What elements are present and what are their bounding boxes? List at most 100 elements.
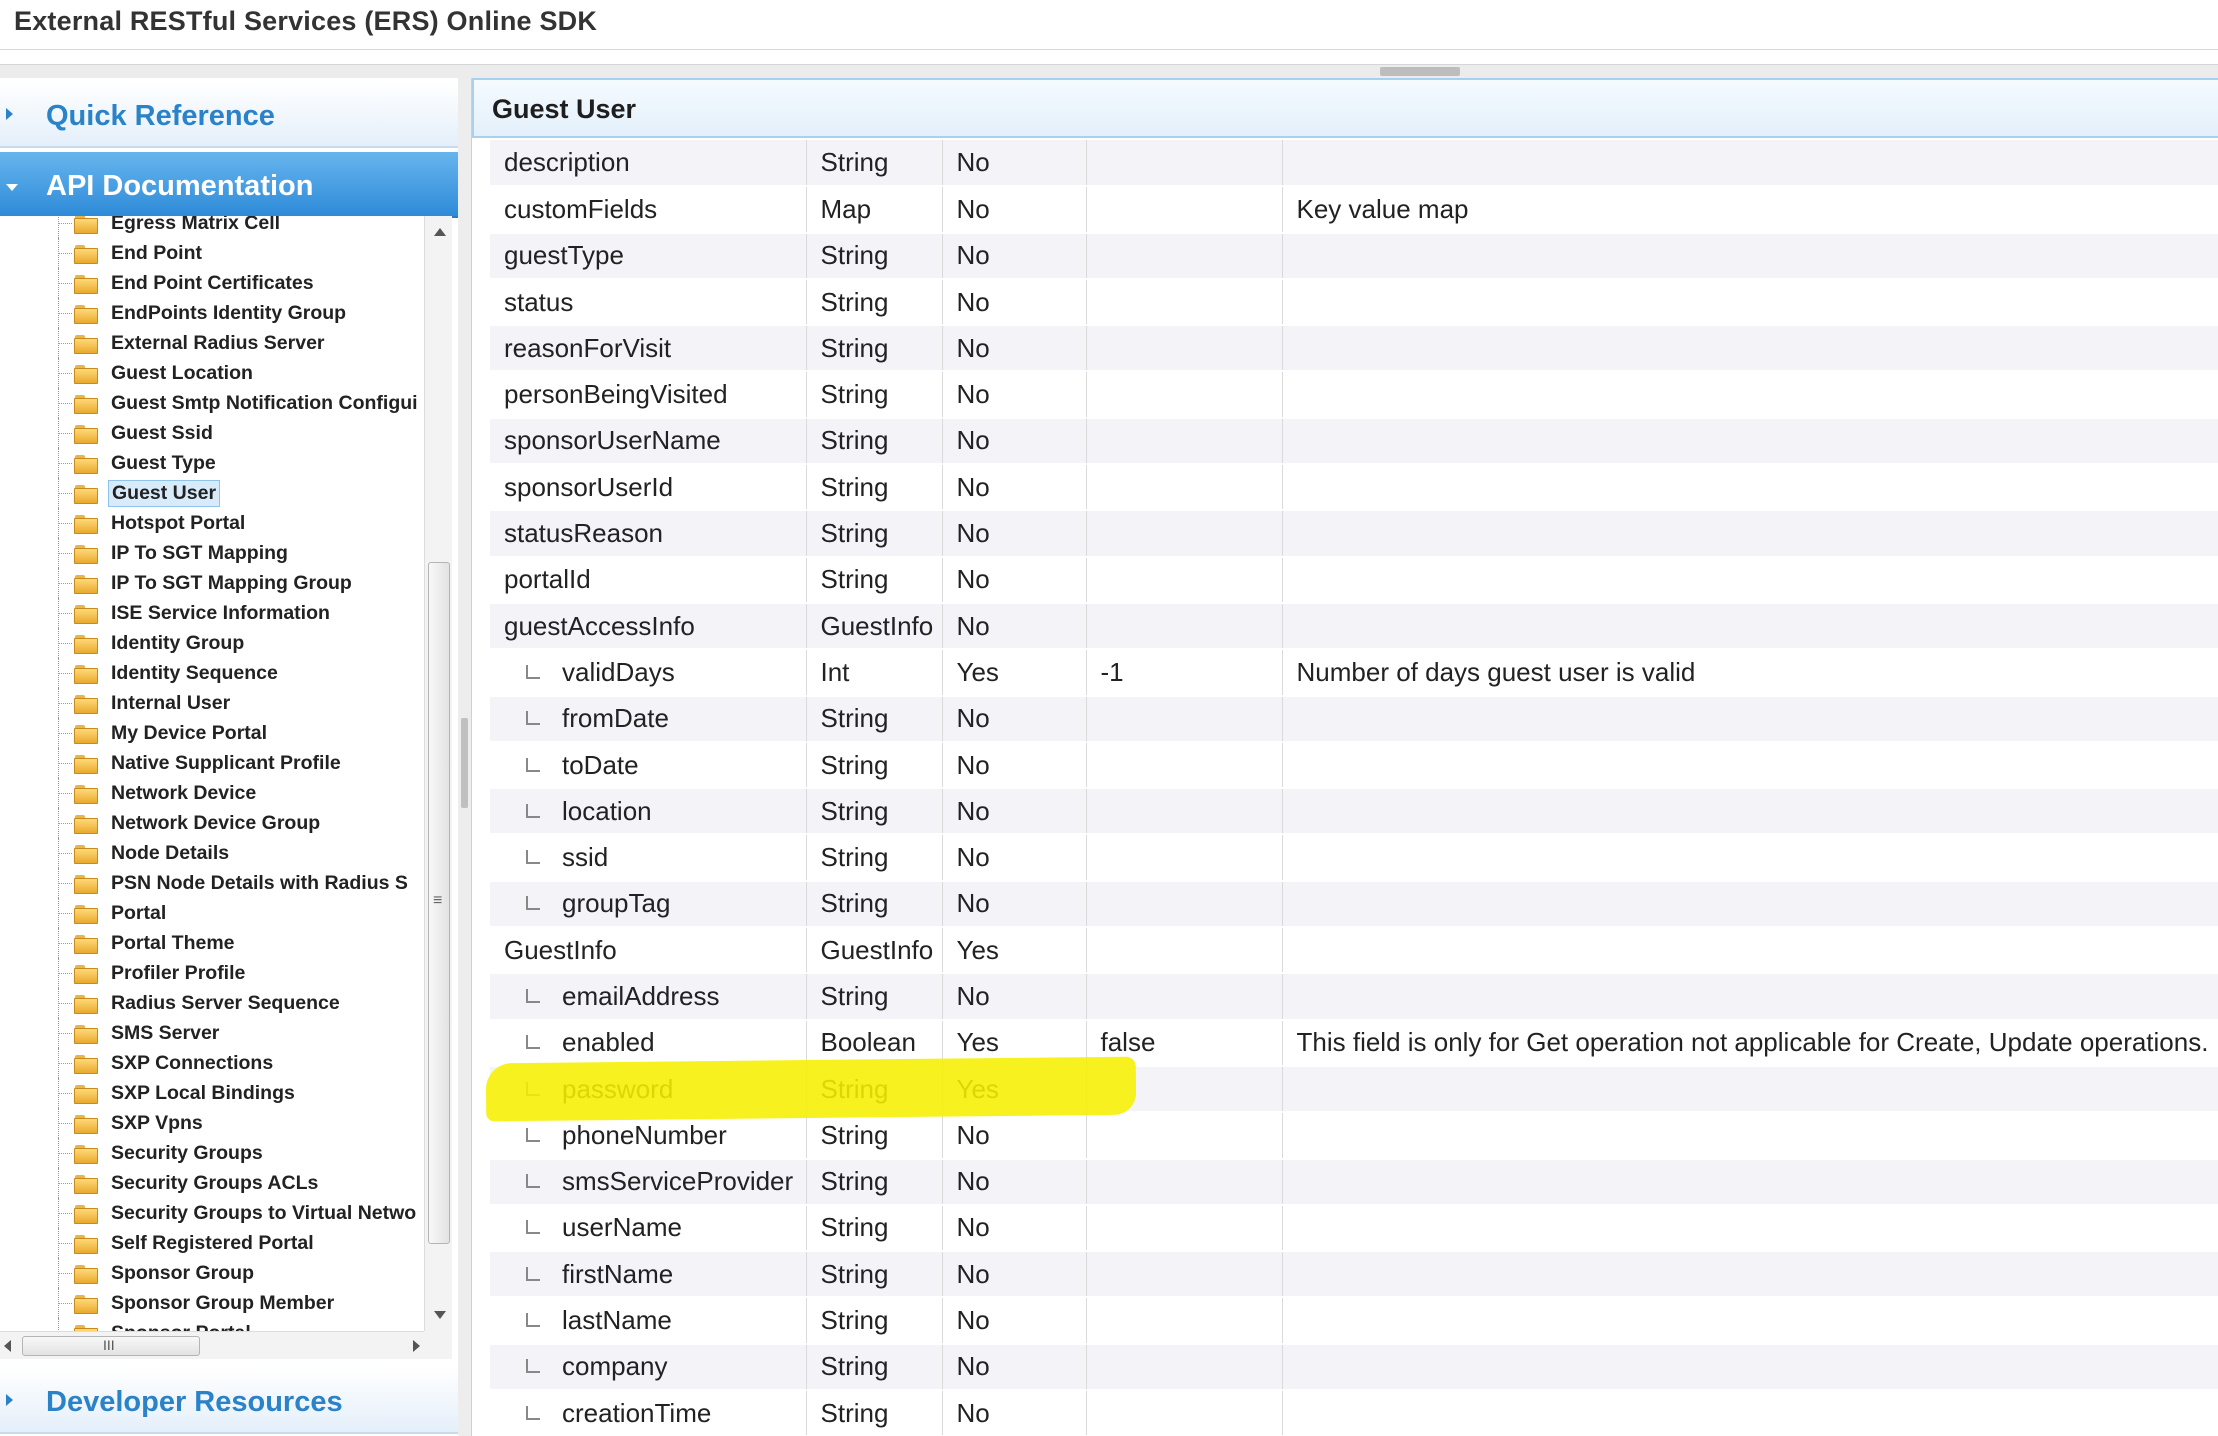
tree-item[interactable]: Identity Sequence [0,658,424,688]
field-type-cell: String [806,834,943,882]
tree-item[interactable]: Network Device [0,778,424,808]
child-indent-icon [526,711,540,726]
tree-item[interactable]: Security Groups to Virtual Netwo [0,1198,424,1228]
scroll-right-icon[interactable] [413,1340,420,1352]
field-required-cell: No [942,325,1087,373]
tree-item[interactable]: End Point [0,238,424,268]
tree-item[interactable]: Portal [0,898,424,928]
field-name-cell: sponsorUserName [490,417,807,466]
tree-item[interactable]: Guest Smtp Notification Configui [0,388,424,418]
tree-item[interactable]: Egress Matrix Cell [0,216,424,238]
field-type-cell: String [806,695,943,743]
tree-item-label: Portal Theme [111,932,235,954]
folder-icon [74,725,100,744]
field-required: No [956,379,990,410]
field-default-cell [1086,788,1283,836]
field-type-cell: String [806,788,943,836]
field-required-cell: No [942,464,1087,512]
tree-item[interactable]: End Point Certificates [0,268,424,298]
child-indent-icon [526,664,540,679]
chevron-down-icon [6,184,18,191]
tree-item[interactable]: SXP Connections [0,1048,424,1078]
tree-item[interactable]: Node Details [0,838,424,868]
tree-item[interactable]: EndPoints Identity Group [0,298,424,328]
field-type-cell: String [806,371,943,419]
field-name: personBeingVisited [504,379,728,410]
tree-item[interactable]: ISE Service Information [0,598,424,628]
tree-item[interactable]: IP To SGT Mapping Group [0,568,424,598]
folder-icon [74,515,100,534]
field-type-cell: String [806,1158,943,1206]
folder-icon [74,995,100,1014]
folder-icon [74,1235,100,1254]
tree-item[interactable]: Security Groups ACLs [0,1168,424,1198]
tree-item[interactable]: Sponsor Group [0,1258,424,1288]
tree-item[interactable]: SXP Vpns [0,1108,424,1138]
field-default-cell [1086,278,1283,327]
field-type-cell: Int [806,649,943,697]
field-type: Int [820,656,850,687]
tree-item[interactable]: My Device Portal [0,718,424,748]
child-indent-icon [526,803,540,818]
tree-item[interactable]: Sponsor Portal [0,1318,424,1331]
top-splitter[interactable] [0,64,2218,78]
tree-item[interactable]: Portal Theme [0,928,424,958]
field-default-cell [1086,464,1283,512]
tree-item[interactable]: Hotspot Portal [0,508,424,538]
tree-item[interactable]: Profiler Profile [0,958,424,988]
scroll-left-icon[interactable] [4,1340,11,1352]
folder-icon [74,485,100,504]
tree-item[interactable]: Sponsor Group Member [0,1288,424,1318]
folder-icon [74,815,100,834]
tree-item[interactable]: Identity Group [0,628,424,658]
field-description: Number of days guest user is valid [1296,656,1696,687]
tree-item[interactable]: Radius Server Sequence [0,988,424,1018]
accordion-api-documentation[interactable]: API Documentation [0,152,458,218]
tree-connector [58,583,72,584]
accordion-quick-reference[interactable]: Quick Reference [0,82,458,148]
tree-item[interactable]: Security Groups [0,1138,424,1168]
field-type: String [820,518,889,549]
tree-item[interactable]: Native Supplicant Profile [0,748,424,778]
tree-item[interactable]: SXP Local Bindings [0,1078,424,1108]
scroll-down-icon[interactable] [434,1311,446,1319]
table-row: smsServiceProvider String No [490,1158,2218,1206]
field-type-cell: String [806,278,943,327]
tree-connector [58,613,72,614]
field-required: No [956,1305,990,1336]
table-row: firstName String No [490,1251,2218,1299]
folder-icon [74,545,100,564]
tree-item[interactable]: Self Registered Portal [0,1228,424,1258]
splitter-grip[interactable] [1380,67,1460,76]
tree-item-label: Guest Type [111,452,216,474]
field-type-cell: String [806,1390,943,1436]
scroll-thumb[interactable]: III [22,1336,200,1356]
tree-item[interactable]: IP To SGT Mapping [0,538,424,568]
field-type-cell: String [806,741,943,790]
tree-item-label: IP To SGT Mapping [111,542,288,564]
tree-connector [58,673,72,674]
tree-horizontal-scrollbar[interactable]: III [0,1331,424,1359]
tree-item[interactable]: Guest Ssid [0,418,424,448]
field-required-cell: No [942,1204,1087,1253]
tree-vertical-scrollbar[interactable]: ≡ [424,216,452,1331]
tree-item[interactable]: SMS Server [0,1018,424,1048]
tree-item[interactable]: Guest User [0,478,424,508]
tree-item-label: Security Groups ACLs [111,1172,319,1194]
splitter-grab-handle[interactable] [461,718,468,808]
tree-item[interactable]: Guest Location [0,358,424,388]
tree-item[interactable]: PSN Node Details with Radius S [0,868,424,898]
sidebar-splitter[interactable] [458,78,472,1436]
tree-item[interactable]: Guest Type [0,448,424,478]
accordion-developer-resources[interactable]: Developer Resources [0,1368,458,1434]
tree-item[interactable]: External Radius Server [0,328,424,358]
scroll-up-icon[interactable] [434,228,446,236]
tree-item[interactable]: Network Device Group [0,808,424,838]
field-description-cell [1282,973,2218,1021]
field-required-cell: No [942,371,1087,419]
tree-connector [58,703,72,704]
tree-connector [58,283,72,284]
tree-item[interactable]: Internal User [0,688,424,718]
table-row: toDate String No [490,741,2218,790]
folder-icon [74,875,100,894]
